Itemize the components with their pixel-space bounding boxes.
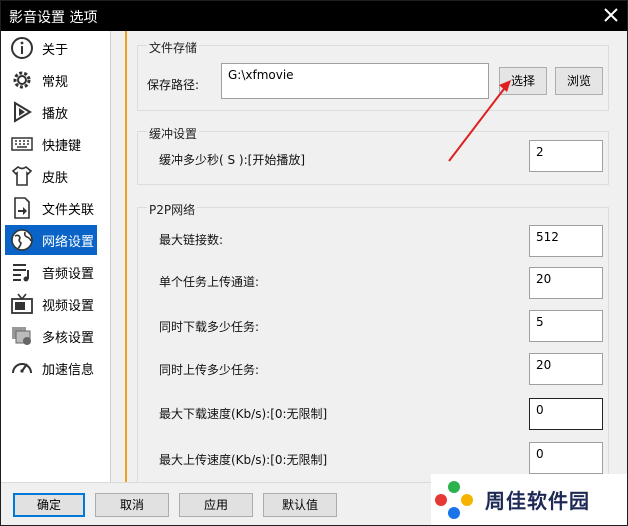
buffer-seconds-label: 缓冲多少秒( S ):[开始播放] — [159, 153, 306, 167]
watermark: 周佳软件园 — [431, 474, 627, 525]
sidebar: 关于 常规 播放 快捷键 皮肤 文件关联 网络设置 音频设置 视频设置 多核设置… — [1, 31, 111, 482]
concurrent-uploads-label: 同时上传多少任务: — [159, 363, 260, 377]
sidebar-item-label: 皮肤 — [42, 170, 69, 186]
sidebar-item-general[interactable]: 常规 — [5, 65, 97, 95]
sidebar-item-skin[interactable]: 皮肤 — [5, 161, 97, 191]
watermark-logo-icon — [435, 480, 473, 519]
sidebar-item-audio[interactable]: 音频设置 — [5, 257, 97, 287]
max-download-speed-label: 最大下载速度(Kb/s):[0:无限制] — [159, 407, 328, 421]
concurrent-downloads-field[interactable]: 5 — [529, 310, 603, 342]
music-list-icon — [9, 259, 35, 285]
title-bar: 影音设置 选项 — [1, 1, 627, 31]
sidebar-item-playback[interactable]: 播放 — [5, 97, 97, 127]
annotation-arrow-icon — [448, 80, 511, 162]
buffer-seconds-field[interactable]: 2 — [529, 140, 603, 172]
storage-group-title: 文件存储 — [147, 39, 200, 56]
buffer-group-title: 缓冲设置 — [147, 125, 200, 142]
tv-icon — [9, 291, 35, 317]
network-settings-panel: 文件存储 保存路径: G:\xfmovie 选择 浏览 缓冲设置 缓冲多少秒( … — [127, 31, 627, 482]
sidebar-item-label: 快捷键 — [42, 138, 82, 154]
sidebar-item-hotkeys[interactable]: 快捷键 — [5, 129, 97, 159]
close-icon[interactable] — [603, 7, 619, 23]
sidebar-item-label: 加速信息 — [42, 362, 95, 378]
sidebar-item-about[interactable]: 关于 — [5, 33, 97, 63]
sidebar-item-file-association[interactable]: 文件关联 — [5, 193, 97, 223]
upload-channels-field[interactable]: 20 — [529, 267, 603, 299]
sidebar-item-video[interactable]: 视频设置 — [5, 289, 97, 319]
save-path-label: 保存路径: — [147, 78, 200, 92]
options-window: 影音设置 选项 关于 常规 播放 快捷键 皮肤 文件关联 网络设置 音频设置 视… — [0, 0, 628, 526]
keyboard-icon — [9, 131, 35, 157]
sidebar-item-label: 视频设置 — [42, 298, 95, 314]
sidebar-item-label: 文件关联 — [42, 202, 95, 218]
concurrent-downloads-label: 同时下载多少任务: — [159, 320, 260, 334]
upload-channels-label: 单个任务上传通道: — [159, 275, 260, 289]
sidebar-item-multicore[interactable]: 多核设置 — [5, 321, 97, 351]
p2p-group-title: P2P网络 — [147, 201, 198, 218]
play-icon — [9, 99, 35, 125]
apply-button[interactable]: 应用 — [179, 493, 253, 517]
gauge-icon — [9, 355, 35, 381]
globe-icon — [9, 227, 35, 253]
multicore-icon — [9, 323, 35, 349]
watermark-text: 周佳软件园 — [485, 489, 590, 513]
file-link-icon — [9, 195, 35, 221]
sidebar-item-label: 音频设置 — [42, 266, 95, 282]
ok-button[interactable]: 确定 — [13, 493, 85, 517]
sidebar-item-label: 多核设置 — [42, 330, 95, 346]
shirt-icon — [9, 163, 35, 189]
sidebar-item-label: 常规 — [42, 74, 69, 90]
sidebar-item-network[interactable]: 网络设置 — [5, 225, 97, 255]
browse-button[interactable]: 浏览 — [555, 67, 603, 95]
concurrent-uploads-field[interactable]: 20 — [529, 353, 603, 385]
sidebar-item-acceleration[interactable]: 加速信息 — [5, 353, 97, 383]
gear-icon — [9, 67, 35, 93]
max-download-speed-field[interactable]: 0 — [529, 398, 603, 430]
max-upload-speed-label: 最大上传速度(Kb/s):[0:无限制] — [159, 453, 328, 467]
max-connections-field[interactable]: 512 — [529, 225, 603, 257]
sidebar-item-label: 关于 — [42, 42, 69, 58]
window-title: 影音设置 选项 — [9, 10, 98, 26]
default-button[interactable]: 默认值 — [263, 493, 337, 517]
sidebar-item-label: 播放 — [42, 106, 69, 122]
max-upload-speed-field[interactable]: 0 — [529, 442, 603, 474]
sidebar-item-label: 网络设置 — [42, 234, 95, 250]
cancel-button[interactable]: 取消 — [95, 493, 169, 517]
info-icon — [9, 35, 35, 61]
max-connections-label: 最大链接数: — [159, 233, 224, 247]
